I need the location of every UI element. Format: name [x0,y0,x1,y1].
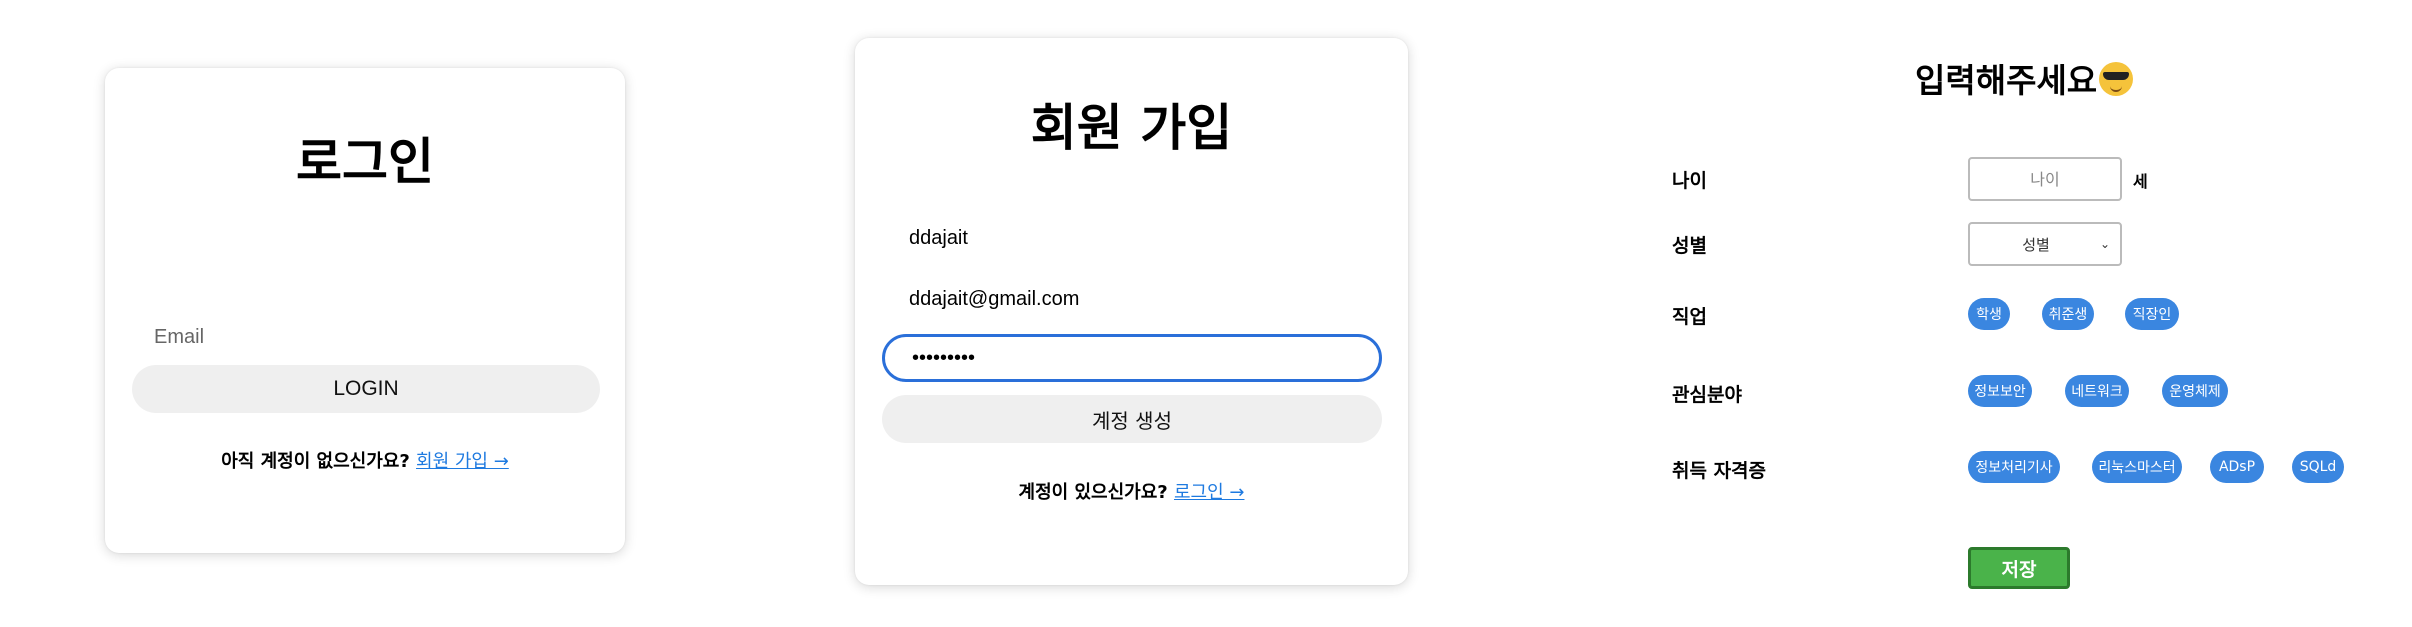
form-title-text: 입력해주세요 [1915,61,2098,100]
interest-option-network[interactable]: 네트워크 [2065,375,2129,407]
interest-label: 관심분야 [1672,384,1742,406]
email-input[interactable] [132,313,600,361]
password-input[interactable] [882,334,1382,382]
chevron-down-icon: ⌄ [2099,237,2110,251]
login-button[interactable]: LOGIN [132,365,600,413]
login-footer-text: 아직 계정이 없으신가요? [221,451,417,472]
job-option-jobseeker[interactable]: 취준생 [2042,298,2094,330]
cert-option-adsp[interactable]: ADsP [2210,451,2264,483]
job-option-student[interactable]: 학생 [1968,298,2010,330]
signup-title: 회원 가입 [1030,99,1233,157]
interest-option-security[interactable]: 정보보안 [1968,375,2032,407]
job-label: 직업 [1672,306,1707,328]
login-link[interactable]: 로그인 → [1174,482,1244,503]
cert-option-linux[interactable]: 리눅스마스터 [2092,451,2182,483]
signup-card: 회원 가입 계정 생성 계정이 있으신가요? 로그인 → [855,38,1408,585]
gender-label: 성별 [1672,235,1707,257]
signup-footer: 계정이 있으신가요? 로그인 → [855,478,1408,504]
gender-selected-value: 성별 [2022,235,2050,254]
cert-option-engineer[interactable]: 정보처리기사 [1968,451,2060,483]
gender-select[interactable]: 성별 ⌄ [1968,222,2122,266]
create-account-button[interactable]: 계정 생성 [882,395,1382,443]
signup-link[interactable]: 회원 가입 → [416,451,509,472]
username-input[interactable] [882,214,1382,262]
login-footer: 아직 계정이 없으신가요? 회원 가입 → [105,447,625,473]
login-card: 로그인 LOGIN 아직 계정이 없으신가요? 회원 가입 → [105,68,625,553]
job-option-employee[interactable]: 직장인 [2125,298,2179,330]
signup-footer-text: 계정이 있으신가요? [1018,482,1174,503]
login-title: 로그인 [296,133,434,191]
interest-option-os[interactable]: 운영체제 [2162,375,2228,407]
age-unit: 세 [2133,172,2148,191]
age-label: 나이 [1672,170,1707,192]
form-title: 입력해주세요 [1915,54,2134,102]
profile-form: 입력해주세요 나이 세 성별 성별 ⌄ 직업 학생 취준생 직장인 관심분야 정… [1660,0,2412,627]
cert-label: 취득 자격증 [1672,460,1767,482]
sunglasses-emoji-icon [2099,62,2134,96]
email-input[interactable] [882,275,1382,323]
save-button[interactable]: 저장 [1968,547,2070,589]
age-input[interactable] [1968,157,2122,201]
cert-option-sqld[interactable]: SQLd [2292,451,2344,483]
